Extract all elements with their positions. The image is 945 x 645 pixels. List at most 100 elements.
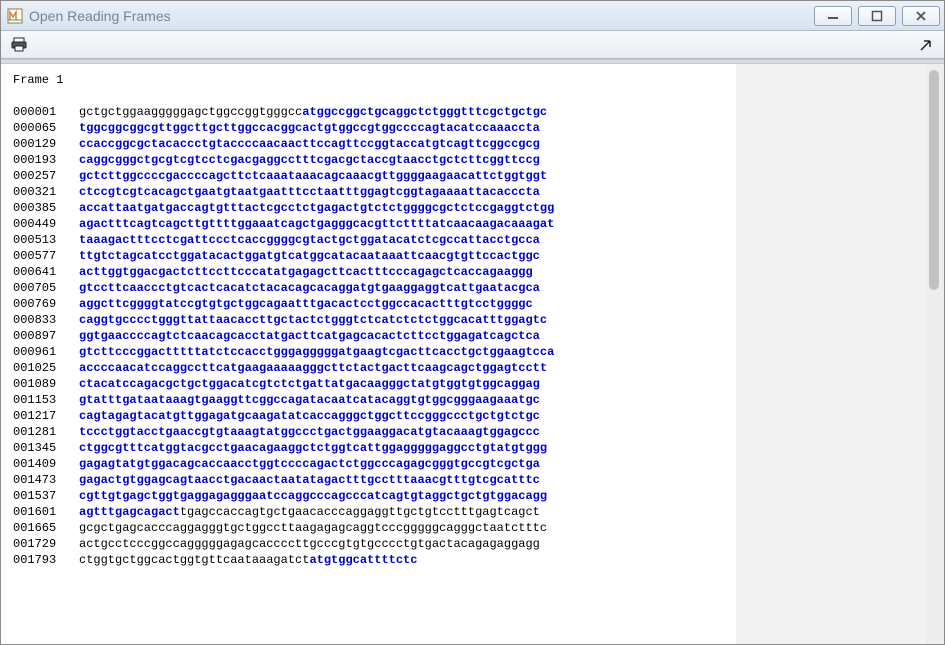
sequence-line: 001409gagagtatgtggacagcaccaacctggtccccag… [13, 456, 736, 472]
maximize-button[interactable] [858, 6, 896, 26]
position-label: 000513 [13, 232, 79, 248]
sequence-line: 000449agactttcagtcagcttgttttggaaatcagctg… [13, 216, 736, 232]
title-bar: Open Reading Frames [1, 1, 944, 31]
orf-sequence: caggtgcccctgggttattaacaccttgctactctgggtc… [79, 313, 547, 327]
non-orf-sequence: gcgctgagcacccaggagggtgctggccttaagagagcag… [79, 521, 547, 535]
sequence-line: 000769aggcttcggggtatccgtgtgctggcagaatttg… [13, 296, 736, 312]
orf-sequence: cgttgtgagctggtgaggagagggaatccaggcccagccc… [79, 489, 547, 503]
sequence-line: 000257gctcttggccccgaccccagcttctcaaataaac… [13, 168, 736, 184]
orf-sequence: gtccttcaaccctgtcactcacatctacacagcacaggat… [79, 281, 540, 295]
position-label: 001473 [13, 472, 79, 488]
position-label: 000641 [13, 264, 79, 280]
orf-sequence: tccctggtacctgaaccgtgtaaagtatggccctgactgg… [79, 425, 540, 439]
sequence-line: 001793ctggtgctggcactggtgttcaataaagatctat… [13, 552, 736, 568]
orf-sequence: gagactgtggagcagtaacctgacaactaatatagacttt… [79, 473, 540, 487]
position-label: 000449 [13, 216, 79, 232]
orf-sequence: acttggtggacgactcttccttcccatatgagagcttcac… [79, 265, 533, 279]
scrollbar-thumb[interactable] [929, 70, 939, 290]
sequence-line: 000513taaagactttcctcgattccctcaccggggcgta… [13, 232, 736, 248]
orf-sequence: atgtggcattttctc [309, 553, 417, 567]
app-window: Open Reading Frames [0, 0, 945, 645]
print-button[interactable] [9, 35, 29, 55]
right-margin [736, 64, 926, 644]
app-icon [7, 8, 23, 24]
orf-sequence: ttgtctagcatcctggatacactggatgtcatggcataca… [79, 249, 540, 263]
sequence-line: 000321ctccgtcgtcacagctgaatgtaatgaatttcct… [13, 184, 736, 200]
orf-sequence: ccaccggcgctacaccctgtaccccaacaacttccagttc… [79, 137, 540, 151]
sequence-line: 001729actgcctcccggccagggggagagcaccccttgc… [13, 536, 736, 552]
sequence-line: 000897ggtgaaccccagtctcaacagcacctatgacttc… [13, 328, 736, 344]
sequence-line: 000961gtcttcccggactttttatctccacctgggaggg… [13, 344, 736, 360]
sequence-line: 000193caggcgggctgcgtcgtcctcgacgaggcctttc… [13, 152, 736, 168]
sequence-line: 001217cagtagagtacatgttggagatgcaagatatcac… [13, 408, 736, 424]
sequence-line: 001281tccctggtacctgaaccgtgtaaagtatggccct… [13, 424, 736, 440]
orf-sequence: tggcggcggcgttggcttgcttggccacggcactgtggcc… [79, 121, 540, 135]
sequence-line: 001153gtatttgataataaagtgaaggttcggccagata… [13, 392, 736, 408]
position-label: 000193 [13, 152, 79, 168]
non-orf-sequence: actgcctcccggccagggggagagcaccccttgcccgtgt… [79, 537, 540, 551]
sequence-line: 001537cgttgtgagctggtgaggagagggaatccaggcc… [13, 488, 736, 504]
position-label: 001345 [13, 440, 79, 456]
sequence-line: 000385accattaatgatgaccagtgtttactcgcctctg… [13, 200, 736, 216]
orf-sequence: ctacatccagacgctgctggacatcgtctctgattatgac… [79, 377, 540, 391]
orf-sequence: ggtgaaccccagtctcaacagcacctatgacttcatgagc… [79, 329, 540, 343]
position-label: 000705 [13, 280, 79, 296]
position-label: 000833 [13, 312, 79, 328]
window-title: Open Reading Frames [29, 8, 814, 24]
orf-sequence: accattaatgatgaccagtgtttactcgcctctgagactg… [79, 201, 554, 215]
position-label: 000897 [13, 328, 79, 344]
position-label: 001281 [13, 424, 79, 440]
close-button[interactable] [902, 6, 940, 26]
dock-arrow-icon[interactable] [916, 35, 936, 55]
position-label: 001601 [13, 504, 79, 520]
orf-sequence: agtttgagcagact [79, 505, 180, 519]
position-label: 000257 [13, 168, 79, 184]
position-label: 001665 [13, 520, 79, 536]
position-label: 000769 [13, 296, 79, 312]
sequence-line: 000065tggcggcggcgttggcttgcttggccacggcact… [13, 120, 736, 136]
window-controls [814, 6, 940, 26]
scrollbar-track[interactable] [926, 64, 944, 644]
non-orf-sequence: tgagccaccagtgctgaacacccaggaggttgctgtcctt… [180, 505, 540, 519]
sequence-line: 000129ccaccggcgctacaccctgtaccccaacaacttc… [13, 136, 736, 152]
orf-sequence: gtatttgataataaagtgaaggttcggccagatacaatca… [79, 393, 540, 407]
position-label: 001537 [13, 488, 79, 504]
frame-header: Frame 1 [13, 72, 736, 88]
orf-sequence: caggcgggctgcgtcgtcctcgacgaggcctttcgacgct… [79, 153, 540, 167]
sequence-line: 001601agtttgagcagacttgagccaccagtgctgaaca… [13, 504, 736, 520]
position-label: 000961 [13, 344, 79, 360]
sequence-line: 000001gctgctggaagggggagctggccggtgggccatg… [13, 104, 736, 120]
orf-sequence: taaagactttcctcgattccctcaccggggcgtactgctg… [79, 233, 540, 247]
orf-sequence: accccaacatccaggccttcatgaagaaaaagggcttcta… [79, 361, 547, 375]
position-label: 001729 [13, 536, 79, 552]
position-label: 000577 [13, 248, 79, 264]
position-label: 001217 [13, 408, 79, 424]
content-wrapper: Frame 1 000001gctgctggaagggggagctggccggtg… [1, 64, 944, 644]
sequence-line: 000641acttggtggacgactcttccttcccatatgagag… [13, 264, 736, 280]
toolbar [1, 31, 944, 59]
sequence-line: 000833caggtgcccctgggttattaacaccttgctactc… [13, 312, 736, 328]
position-label: 000065 [13, 120, 79, 136]
position-label: 000321 [13, 184, 79, 200]
position-label: 001153 [13, 392, 79, 408]
orf-sequence: gagagtatgtggacagcaccaacctggtccccagactctg… [79, 457, 540, 471]
position-label: 001025 [13, 360, 79, 376]
non-orf-sequence: ctggtgctggcactggtgttcaataaagatct [79, 553, 309, 567]
orf-sequence: gtcttcccggactttttatctccacctgggagggggatga… [79, 345, 554, 359]
orf-sequence: agactttcagtcagcttgttttggaaatcagctgagggca… [79, 217, 554, 231]
sequence-line: 000705gtccttcaaccctgtcactcacatctacacagca… [13, 280, 736, 296]
orf-sequence: ctggcgtttcatggtacgcctgaacagaaggctctggtca… [79, 441, 547, 455]
minimize-button[interactable] [814, 6, 852, 26]
orf-sequence: aggcttcggggtatccgtgtgctggcagaatttgacactc… [79, 297, 533, 311]
orf-sequence: cagtagagtacatgttggagatgcaagatatcaccagggc… [79, 409, 540, 423]
position-label: 001409 [13, 456, 79, 472]
sequence-line: 001089ctacatccagacgctgctggacatcgtctctgat… [13, 376, 736, 392]
sequence-line: 000577ttgtctagcatcctggatacactggatgtcatgg… [13, 248, 736, 264]
position-label: 000001 [13, 104, 79, 120]
orf-sequence: gctcttggccccgaccccagcttctcaaataaacagcaaa… [79, 169, 547, 183]
non-orf-sequence: gctgctggaagggggagctggccggtgggcc [79, 105, 302, 119]
orf-sequence: ctccgtcgtcacagctgaatgtaatgaatttcctaatttg… [79, 185, 540, 199]
position-label: 001089 [13, 376, 79, 392]
sequence-line: 001665gcgctgagcacccaggagggtgctggccttaaga… [13, 520, 736, 536]
position-label: 000385 [13, 200, 79, 216]
